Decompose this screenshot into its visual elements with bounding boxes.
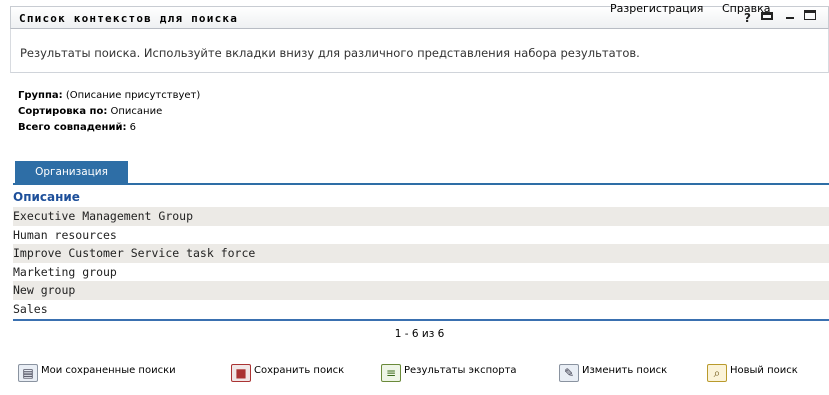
table-bottom-divider <box>13 319 829 321</box>
my-saved-searches-button[interactable]: ▤ Мои сохраненные поиски <box>18 364 176 382</box>
save-search-label: Сохранить поиск <box>254 364 345 376</box>
floppy-disk-icon: ■ <box>231 364 251 382</box>
portlet-title-bar: Список контекстов для поиска <box>10 6 829 29</box>
action-bar: ▤ Мои сохраненные поиски ■ Сохранить пои… <box>10 364 829 386</box>
group-label: Группа: <box>18 90 63 101</box>
total-label: Всего совпадений: <box>18 122 127 133</box>
export-results-label: Результаты экспорта <box>404 364 517 376</box>
edit-search-button[interactable]: ✎ Изменить поиск <box>559 364 667 382</box>
table-row[interactable]: Executive Management Group <box>13 207 829 226</box>
new-search-label: Новый поиск <box>730 364 798 376</box>
table-row[interactable]: Improve Customer Service task force <box>13 244 829 263</box>
export-results-button[interactable]: ≡ Результаты экспорта <box>381 364 517 382</box>
edit-tools-icon: ✎ <box>559 364 579 382</box>
pagination-summary: 1 - 6 из 6 <box>394 328 445 340</box>
group-info: Группа: (Описание присутствует) <box>18 90 200 101</box>
total-value: 6 <box>129 122 137 133</box>
table-row[interactable]: Marketing group <box>13 262 829 282</box>
tab-underline <box>13 183 829 185</box>
total-info: Всего совпадений: 6 <box>18 122 136 133</box>
edit-search-label: Изменить поиск <box>582 364 668 376</box>
new-search-button[interactable]: ⌕ Новый поиск <box>707 364 798 382</box>
export-icon: ≡ <box>381 364 401 382</box>
magnifier-icon: ⌕ <box>707 364 727 382</box>
results-list: Executive Management Group Human resourc… <box>13 207 829 319</box>
table-row[interactable]: Human resources <box>13 225 829 245</box>
search-list-portlet: Список контекстов для поиска Разрегистра… <box>10 0 829 395</box>
table-row[interactable]: Sales <box>13 299 829 319</box>
sort-label: Сортировка по: <box>18 106 108 117</box>
save-search-button[interactable]: ■ Сохранить поиск <box>231 364 344 382</box>
table-row[interactable]: New group <box>13 281 829 300</box>
my-saved-searches-label: Мои сохраненные поиски <box>41 364 176 376</box>
unregister-link[interactable]: Разрегистрация <box>610 2 703 15</box>
column-header-description[interactable]: Описание <box>13 190 80 204</box>
description-text: Результаты поиска. Используйте вкладки в… <box>10 29 829 73</box>
minimize-icon[interactable] <box>786 17 794 19</box>
help-icon[interactable]: ? <box>744 12 751 24</box>
maximize-icon[interactable] <box>804 10 816 20</box>
tab-organization[interactable]: Организация <box>15 161 128 183</box>
saved-searches-icon: ▤ <box>18 364 38 382</box>
sort-value: Описание <box>110 106 163 117</box>
sort-info: Сортировка по: Описание <box>18 106 162 117</box>
group-value: (Описание присутствует) <box>65 90 201 101</box>
portlet-title: Список контекстов для поиска <box>19 12 239 25</box>
print-icon[interactable] <box>761 12 773 20</box>
